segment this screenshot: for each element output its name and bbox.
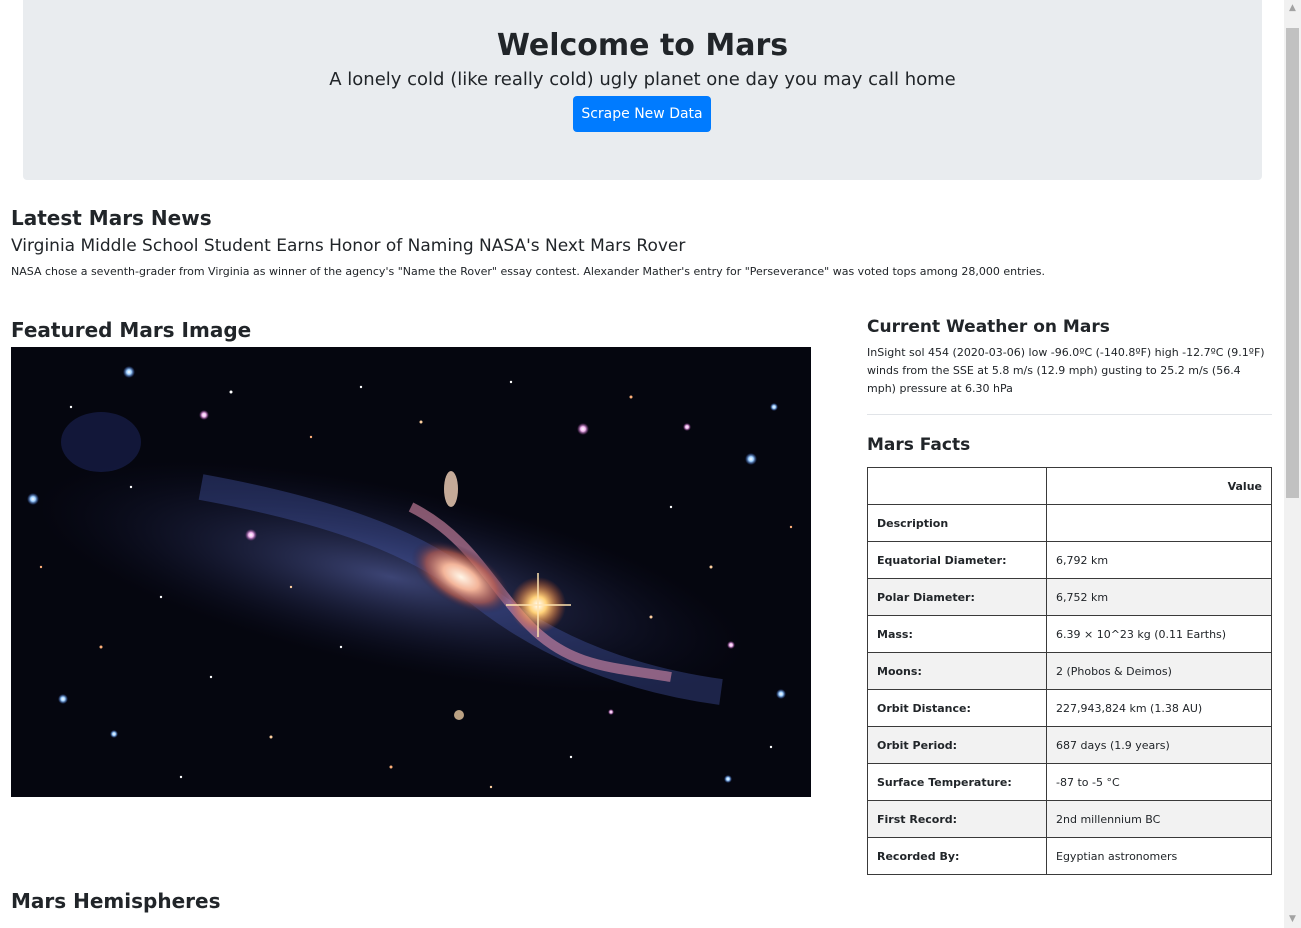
table-row: Orbit Period: 687 days (1.9 years) <box>867 726 1272 764</box>
table-header-blank <box>867 467 1047 505</box>
hemispheres-heading: Mars Hemispheres <box>11 889 221 913</box>
scroll-down-arrow-icon[interactable]: ▼ <box>1284 911 1301 928</box>
table-row: Surface Temperature: -87 to -5 °C <box>867 763 1272 801</box>
scrape-new-data-button[interactable]: Scrape New Data <box>573 96 711 132</box>
jumbotron: Welcome to Mars A lonely cold (like real… <box>23 0 1262 180</box>
table-row: Orbit Distance: 227,943,824 km (1.38 AU) <box>867 689 1272 727</box>
fact-value: Egyptian astronomers <box>1046 837 1272 875</box>
fact-value: 6,752 km <box>1046 578 1272 616</box>
fact-value: 2 (Phobos & Deimos) <box>1046 652 1272 690</box>
weather-heading: Current Weather on Mars <box>867 317 1110 337</box>
news-teaser: NASA chose a seventh-grader from Virgini… <box>11 265 1045 278</box>
vertical-scrollbar[interactable]: ▲ ▼ <box>1284 0 1301 928</box>
page: Welcome to Mars A lonely cold (like real… <box>0 0 1284 928</box>
fact-label: Surface Temperature: <box>867 763 1047 801</box>
table-header-description: Description <box>867 504 1047 542</box>
page-tagline: A lonely cold (like really cold) ugly pl… <box>329 69 956 90</box>
fact-label: Recorded By: <box>867 837 1047 875</box>
galaxy-illustration <box>11 347 811 797</box>
fact-value: -87 to -5 °C <box>1046 763 1272 801</box>
weather-report: InSight sol 454 (2020-03-06) low -96.0ºC… <box>867 346 1265 395</box>
fact-label: Equatorial Diameter: <box>867 541 1047 579</box>
news-heading: Latest Mars News <box>11 206 212 230</box>
fact-label: Orbit Period: <box>867 726 1047 764</box>
fact-label: Polar Diameter: <box>867 578 1047 616</box>
fact-value: 227,943,824 km (1.38 AU) <box>1046 689 1272 727</box>
fact-label: First Record: <box>867 800 1047 838</box>
table-header-value: Value <box>1046 467 1272 505</box>
facts-heading: Mars Facts <box>867 435 971 455</box>
fact-label: Orbit Distance: <box>867 689 1047 727</box>
facts-table-body: Equatorial Diameter: 6,792 km Polar Diamet… <box>867 541 1272 875</box>
table-row: Equatorial Diameter: 6,792 km <box>867 541 1272 579</box>
scroll-up-arrow-icon[interactable]: ▲ <box>1284 0 1301 17</box>
fact-label: Moons: <box>867 652 1047 690</box>
fact-value: 687 days (1.9 years) <box>1046 726 1272 764</box>
table-row: Moons: 2 (Phobos & Deimos) <box>867 652 1272 690</box>
featured-image-heading: Featured Mars Image <box>11 318 252 342</box>
table-header-row: Value <box>867 467 1272 505</box>
mars-facts-table: Value Description Equatorial Diameter: 6,… <box>867 467 1272 875</box>
fact-value: 6.39 × 10^23 kg (0.11 Earths) <box>1046 615 1272 653</box>
table-header-row: Description <box>867 504 1272 542</box>
table-row: Polar Diameter: 6,752 km <box>867 578 1272 616</box>
fact-value: 6,792 km <box>1046 541 1272 579</box>
fact-value: 2nd millennium BC <box>1046 800 1272 838</box>
news-title: Virginia Middle School Student Earns Hon… <box>11 236 686 256</box>
section-divider <box>867 414 1272 415</box>
table-header-blank <box>1046 504 1272 542</box>
page-title: Welcome to Mars <box>496 28 789 63</box>
table-row: Mass: 6.39 × 10^23 kg (0.11 Earths) <box>867 615 1272 653</box>
fact-label: Mass: <box>867 615 1047 653</box>
featured-image <box>11 347 811 797</box>
scroll-thumb[interactable] <box>1286 28 1299 498</box>
table-row: First Record: 2nd millennium BC <box>867 800 1272 838</box>
table-row: Recorded By: Egyptian astronomers <box>867 837 1272 875</box>
